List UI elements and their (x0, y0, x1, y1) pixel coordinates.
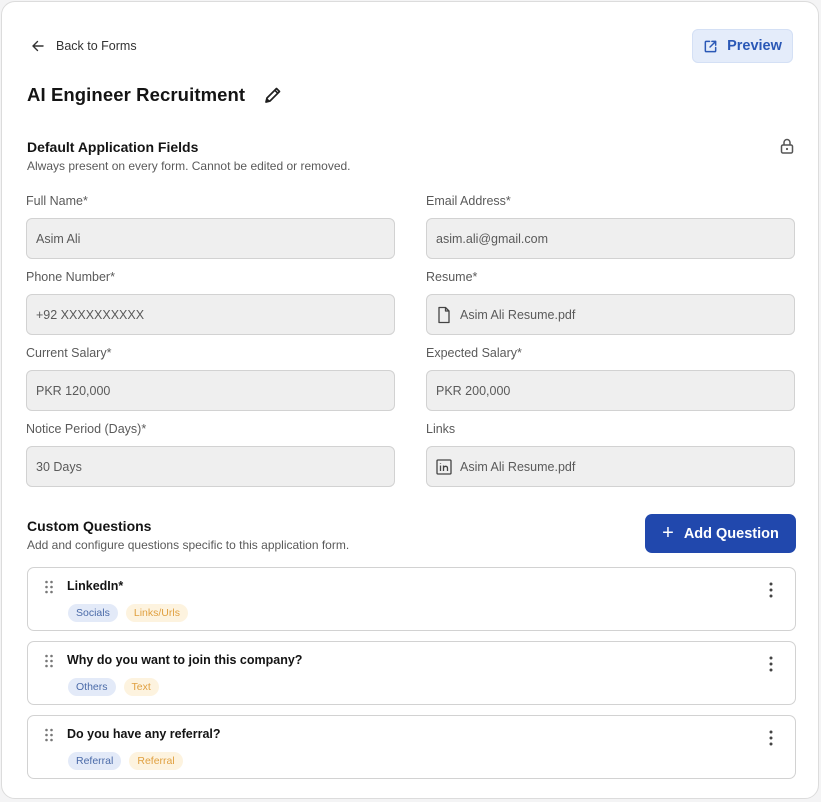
custom-questions-title: Custom Questions (27, 518, 152, 534)
type-tag: Text (123, 678, 159, 696)
field-value: Asim Ali Resume.pdf (460, 307, 576, 322)
field-label: Phone Number* (26, 270, 115, 284)
field-label: Notice Period (Days)* (26, 422, 147, 436)
phone-input: +92 XXXXXXXXXX (26, 294, 395, 335)
category-tag: Referral (68, 752, 122, 770)
question-title: Why do you want to join this company? (67, 653, 303, 667)
links-input: Asim Ali Resume.pdf (426, 446, 795, 487)
notice-period-field: Notice Period (Days)* 30 Days (26, 422, 395, 487)
preview-button[interactable]: Preview (692, 29, 793, 63)
question-tags: Referral Referral (68, 752, 183, 770)
full-name-field: Full Name* Asim Ali (26, 194, 395, 259)
email-field: Email Address* asim.ali@gmail.com (426, 194, 795, 259)
field-label: Full Name* (26, 194, 88, 208)
field-label: Email Address* (426, 194, 511, 208)
lock-icon (780, 138, 794, 154)
expected-salary-input: PKR 200,000 (426, 370, 795, 411)
question-title: LinkedIn* (67, 579, 124, 593)
drag-handle-icon[interactable] (44, 654, 54, 668)
arrow-left-icon (32, 40, 44, 52)
question-tags: Socials Links/Urls (68, 604, 188, 622)
category-tag: Socials (68, 604, 118, 622)
category-tag: Others (68, 678, 116, 696)
field-value: +92 XXXXXXXXXX (36, 307, 145, 322)
field-value: PKR 120,000 (36, 383, 111, 398)
field-label: Resume* (426, 270, 478, 284)
linkedin-icon (436, 458, 452, 475)
default-fields-header: Default Application Fields Always presen… (27, 139, 351, 173)
question-card[interactable]: Do you have any referral? Referral Refer… (27, 715, 796, 779)
page-title: AI Engineer Recruitment (27, 84, 246, 105)
question-card[interactable]: LinkedIn* Socials Links/Urls (27, 567, 796, 631)
current-salary-input: PKR 120,000 (26, 370, 395, 411)
add-question-button[interactable]: + Add Question (645, 514, 796, 553)
notice-period-input: 30 Days (26, 446, 395, 487)
field-value: PKR 200,000 (436, 383, 511, 398)
add-question-label: Add Question (683, 525, 779, 542)
field-value: Asim Ali (36, 231, 81, 246)
field-label: Current Salary* (26, 346, 112, 360)
field-label: Links (426, 422, 456, 436)
links-field: Links Asim Ali Resume.pdf (426, 422, 795, 487)
default-fields-subtitle: Always present on every form. Cannot be … (27, 159, 351, 173)
resume-field: Resume* Asim Ali Resume.pdf (426, 270, 795, 335)
preview-label: Preview (727, 38, 782, 54)
external-link-icon (704, 40, 717, 52)
email-input: asim.ali@gmail.com (426, 218, 795, 259)
drag-handle-icon[interactable] (44, 580, 54, 594)
current-salary-field: Current Salary* PKR 120,000 (26, 346, 395, 411)
field-label: Expected Salary* (426, 346, 522, 360)
edit-pencil-icon[interactable] (263, 85, 283, 105)
back-label: Back to Forms (56, 39, 137, 53)
plus-icon: + (662, 521, 674, 544)
form-editor-card: Back to Forms Preview AI Engineer Recrui… (1, 1, 819, 799)
more-vertical-icon[interactable] (766, 655, 776, 673)
full-name-input: Asim Ali (26, 218, 395, 259)
drag-handle-icon[interactable] (44, 728, 54, 742)
field-value: 30 Days (36, 459, 82, 474)
field-value: Asim Ali Resume.pdf (460, 459, 576, 474)
more-vertical-icon[interactable] (766, 581, 776, 599)
resume-input: Asim Ali Resume.pdf (426, 294, 795, 335)
expected-salary-field: Expected Salary* PKR 200,000 (426, 346, 795, 411)
phone-field: Phone Number* +92 XXXXXXXXXX (26, 270, 395, 335)
custom-questions-header: Custom Questions Add and configure quest… (27, 518, 349, 552)
more-vertical-icon[interactable] (766, 729, 776, 747)
type-tag: Links/Urls (125, 604, 188, 622)
field-value: asim.ali@gmail.com (436, 231, 549, 246)
question-card[interactable]: Why do you want to join this company? Ot… (27, 641, 796, 705)
type-tag: Referral (129, 752, 183, 770)
custom-questions-subtitle: Add and configure questions specific to … (27, 538, 350, 552)
back-to-forms-link[interactable]: Back to Forms (30, 38, 137, 54)
file-icon (438, 306, 450, 323)
top-bar: Back to Forms Preview (26, 29, 793, 63)
question-tags: Others Text (68, 678, 159, 696)
title-row: AI Engineer Recruitment (27, 84, 283, 106)
default-fields-title: Default Application Fields (27, 139, 199, 155)
question-title: Do you have any referral? (67, 727, 221, 741)
